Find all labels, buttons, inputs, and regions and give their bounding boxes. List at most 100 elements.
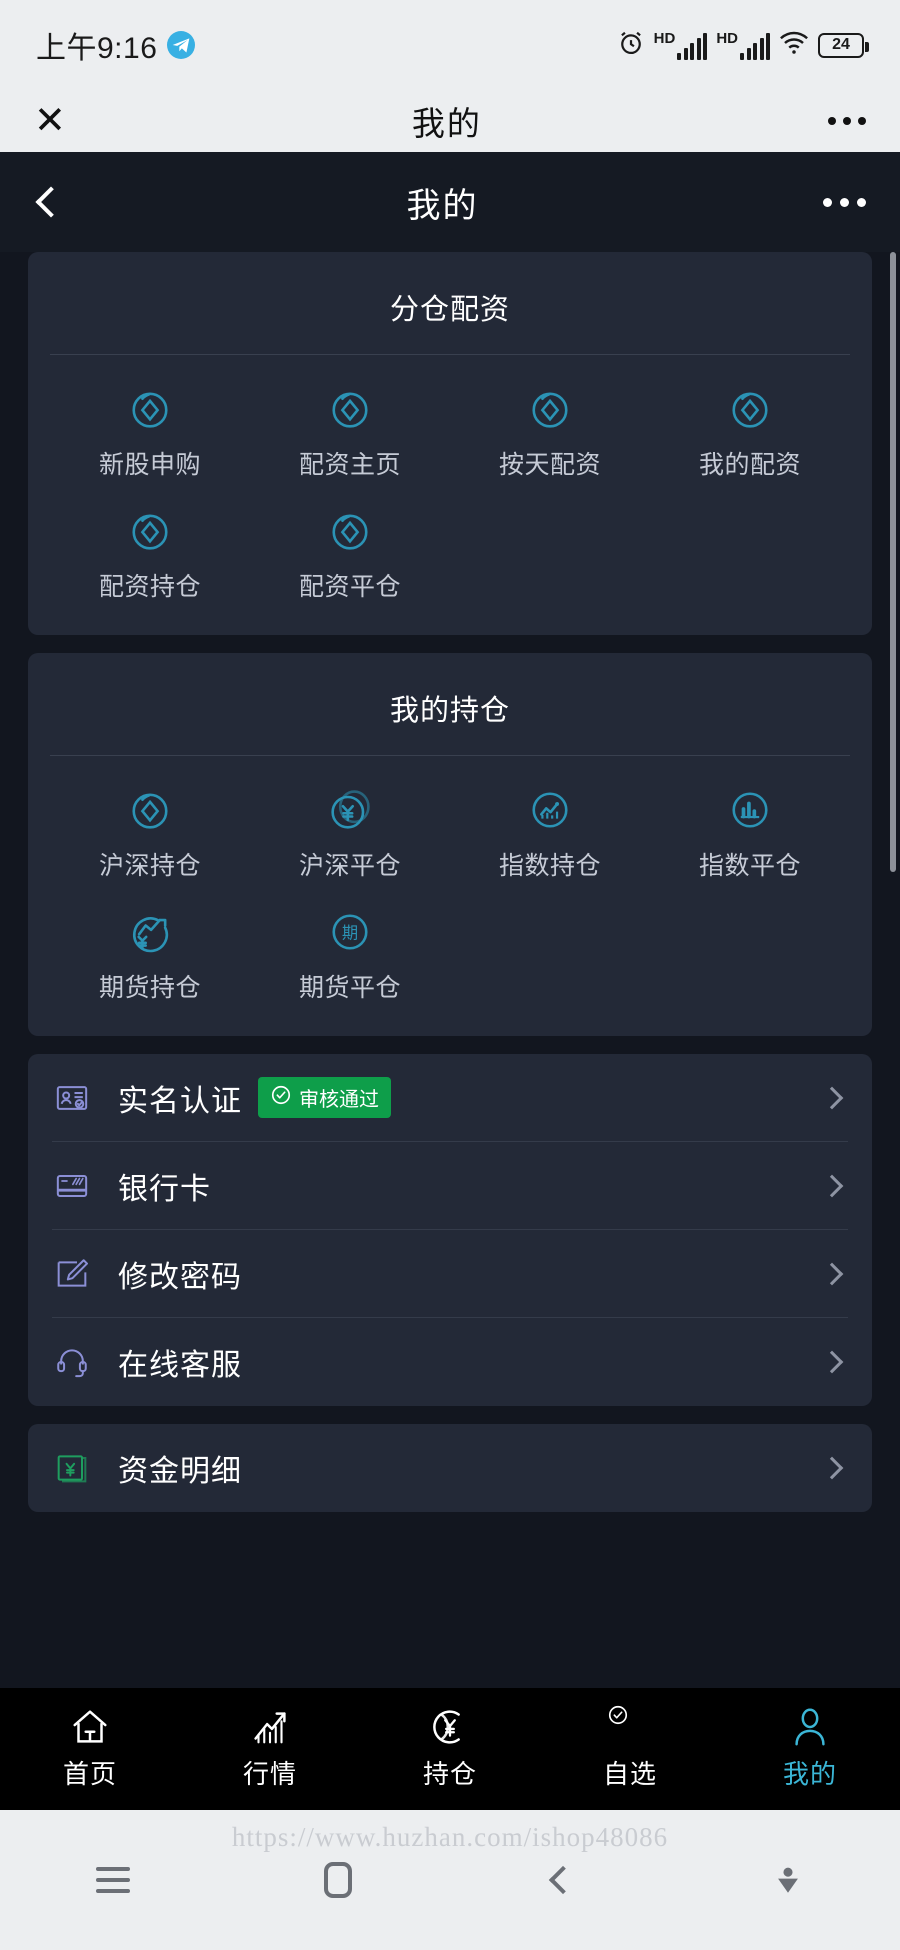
tab-label: 持仓 [422, 1758, 477, 1789]
list-card: 实名认证 审核通过 银行卡 修改密码 在线客服 [28, 1054, 872, 1406]
grid-item-label: 指数持仓 [498, 852, 601, 880]
telegram-icon [167, 31, 196, 59]
yuan-book-icon [52, 1448, 92, 1488]
card-grid: 沪深持仓 沪深平仓 指数持仓 指数平仓 期货持仓 期 期货平仓 [50, 770, 850, 1036]
grid-item-label: 期货持仓 [98, 974, 201, 1002]
grid-item-label: 配资主页 [298, 451, 401, 479]
android-navbar: https://www.huzhan.com/ishop48086 [0, 1810, 900, 1950]
edit-pencil-icon [52, 1254, 92, 1294]
card-grid: 新股申购 配资主页 按天配资 我的配资 配资持仓 配资平仓 [50, 369, 850, 635]
person-icon [787, 1704, 833, 1750]
battery-level: 24 [832, 36, 850, 53]
lists-container: 实名认证 审核通过 银行卡 修改密码 在线客服 资金明细 [28, 1054, 872, 1512]
diamond-circle-icon [524, 383, 576, 435]
bottom-tabbar: 首页 行情 持仓 自选 我的 [0, 1688, 900, 1810]
market-chart-icon [247, 1704, 293, 1750]
tab-行情[interactable]: 行情 [180, 1704, 360, 1791]
grid-item-期货持仓[interactable]: 期货持仓 [50, 892, 250, 1014]
more-icon[interactable] [823, 197, 866, 207]
tab-我的[interactable]: 我的 [720, 1704, 900, 1791]
status-time: 上午9:16 [36, 32, 158, 65]
tab-label: 首页 [62, 1758, 117, 1789]
grid-item-按天配资[interactable]: 按天配资 [450, 369, 650, 491]
headset-icon [52, 1342, 92, 1382]
list-item-label: 在线客服 [118, 1349, 242, 1382]
diamond-circle-icon [124, 784, 176, 836]
grid-item-label: 沪深持仓 [98, 852, 201, 880]
signal-1: HD [654, 31, 708, 60]
watermark-url: https://www.huzhan.com/ishop48086 [231, 1822, 669, 1852]
grid-item-label: 指数平仓 [698, 852, 801, 880]
grid-item-新股申购[interactable]: 新股申购 [50, 369, 250, 491]
section-card: 我的持仓 沪深持仓 沪深平仓 指数持仓 指数平仓 期货持仓 期 期货平仓 [28, 653, 872, 1036]
chevron-right-icon [820, 1086, 844, 1109]
more-icon[interactable] [828, 117, 866, 125]
grid-item-配资主页[interactable]: 配资主页 [250, 369, 450, 491]
list-item-在线客服[interactable]: 在线客服 [52, 1318, 848, 1406]
list-item-修改密码[interactable]: 修改密码 [52, 1230, 848, 1318]
grid-item-label: 新股申购 [98, 451, 201, 479]
grid-item-配资持仓[interactable]: 配资持仓 [50, 491, 250, 613]
phone-screen: 上午9:16 HD HD 24 ✕ 我的 我的 分仓配资 新股申购 配资主页 按… [0, 0, 900, 1950]
list-item-label: 实名认证 [118, 1084, 242, 1118]
hamburger-icon[interactable] [83, 1850, 143, 1910]
back-icon[interactable] [533, 1850, 593, 1910]
bank-card-icon [52, 1166, 92, 1206]
status-bar: 上午9:16 HD HD 24 [0, 0, 900, 90]
diamond-circle-icon [124, 383, 176, 435]
tab-label: 自选 [602, 1758, 657, 1789]
page-title: 我的 [406, 186, 479, 225]
webview-title: 我的 [411, 105, 482, 142]
tab-label: 我的 [782, 1758, 837, 1789]
list-item-label: 修改密码 [118, 1260, 242, 1294]
tab-自选[interactable]: 自选 [540, 1704, 720, 1791]
status-badge-label: 审核通过 [299, 1089, 379, 1111]
chevron-right-icon [820, 1350, 844, 1374]
card-title: 分仓配资 [389, 294, 510, 326]
section-card: 分仓配资 新股申购 配资主页 按天配资 我的配资 配资持仓 配资平仓 [28, 252, 872, 635]
grid-item-label: 期货平仓 [298, 974, 401, 1002]
scrollbar[interactable] [890, 252, 896, 872]
grid-item-指数平仓[interactable]: 指数平仓 [650, 770, 850, 892]
list-item-label: 银行卡 [118, 1172, 211, 1206]
check-circle-icon [270, 1084, 292, 1112]
hd-label-1: HD [653, 29, 676, 47]
grid-item-配资平仓[interactable]: 配资平仓 [250, 491, 450, 613]
webview-header: ✕ 我的 [0, 90, 900, 152]
close-icon[interactable]: ✕ [34, 102, 66, 140]
grid-item-label: 配资持仓 [98, 573, 201, 601]
chevron-right-icon [820, 1456, 844, 1480]
diamond-circle-icon [124, 505, 176, 557]
trend-yuan-icon [124, 906, 176, 958]
tab-首页[interactable]: 首页 [0, 1704, 180, 1791]
chevron-right-icon [820, 1174, 844, 1197]
grid-item-我的配资[interactable]: 我的配资 [650, 369, 850, 491]
bar-chart-circle-icon [724, 784, 776, 836]
status-bar-right: HD HD 24 [617, 29, 869, 62]
status-bar-left: 上午9:16 [36, 23, 196, 67]
diamond-circle-icon [324, 383, 376, 435]
tab-持仓[interactable]: 持仓 [360, 1704, 540, 1791]
grid-item-期货平仓[interactable]: 期 期货平仓 [250, 892, 450, 1014]
back-icon[interactable] [35, 186, 67, 218]
hd-label-2: HD [716, 29, 738, 47]
grid-item-沪深平仓[interactable]: 沪深平仓 [250, 770, 450, 892]
cards-container: 分仓配资 新股申购 配资主页 按天配资 我的配资 配资持仓 配资平仓 我的持仓 … [28, 252, 872, 1036]
wifi-icon [779, 30, 809, 61]
status-badge: 审核通过 [258, 1077, 391, 1118]
check-circle-icon [607, 1704, 653, 1750]
futures-qi-icon: 期 [324, 906, 376, 958]
grid-item-指数持仓[interactable]: 指数持仓 [450, 770, 650, 892]
chevron-right-icon [820, 1262, 844, 1285]
grid-item-沪深持仓[interactable]: 沪深持仓 [50, 770, 250, 892]
download-icon[interactable] [758, 1850, 818, 1910]
grid-item-label: 按天配资 [498, 451, 601, 479]
list-item-资金明细[interactable]: 资金明细 [52, 1424, 848, 1512]
trend-chart-circle-icon [524, 784, 576, 836]
battery-indicator: 24 [818, 32, 869, 58]
divider [50, 755, 850, 756]
list-item-银行卡[interactable]: 银行卡 [52, 1142, 848, 1230]
list-item-实名认证[interactable]: 实名认证 审核通过 [52, 1054, 848, 1142]
card-title: 我的持仓 [389, 695, 510, 727]
home-square-icon[interactable] [308, 1850, 368, 1910]
